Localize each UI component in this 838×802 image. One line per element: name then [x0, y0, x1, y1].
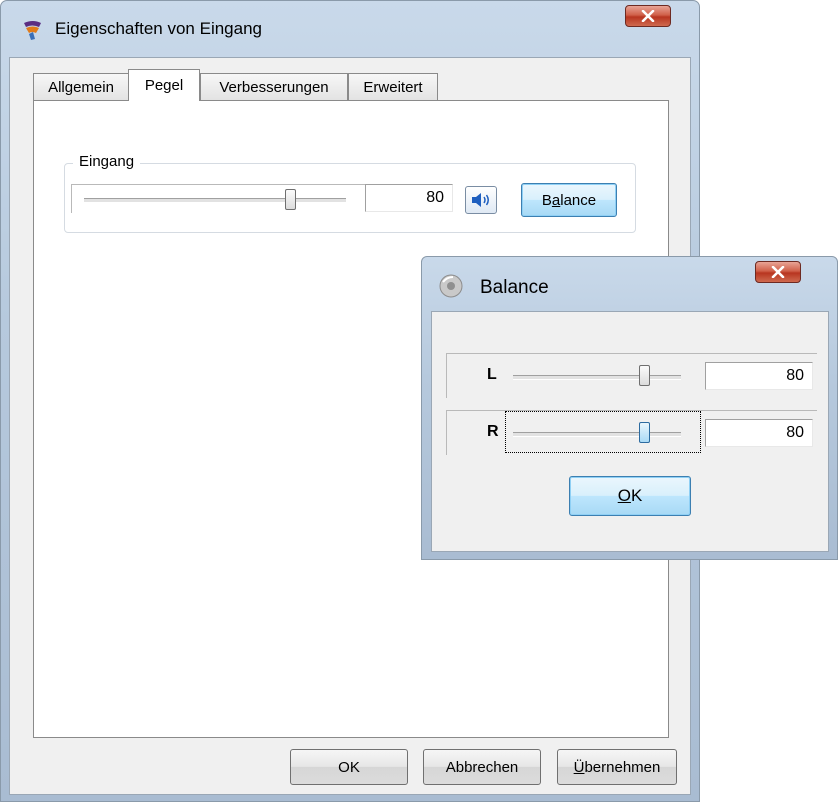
button-label: Abbrechen [445, 758, 519, 776]
button-label: OK [338, 758, 360, 776]
close-icon [641, 10, 655, 22]
disc-icon [439, 274, 463, 298]
level-slider[interactable] [71, 184, 366, 213]
slider-track [84, 198, 346, 203]
left-value-field[interactable]: 80 [705, 362, 813, 390]
balance-dialog: Balance L 80 R 80 OK [421, 256, 838, 560]
dialog-title: Balance [480, 277, 549, 298]
title-bar[interactable]: Eigenschaften von Eingang [1, 1, 699, 57]
tab-verbesserungen[interactable]: Verbesserungen [200, 73, 348, 100]
left-level-slider[interactable] [513, 362, 685, 390]
slider-track [513, 432, 681, 437]
balance-button[interactable]: Balance [521, 183, 617, 217]
dialog-title: Eigenschaften von Eingang [55, 19, 262, 38]
tab-allgemein[interactable]: Allgemein [33, 73, 129, 100]
slider-thumb[interactable] [638, 422, 650, 443]
apply-button[interactable]: Übernehmen [557, 749, 677, 785]
right-value-field[interactable]: 80 [705, 419, 813, 447]
channel-row-right: R 80 [446, 410, 817, 455]
channel-label: L [487, 366, 497, 383]
close-button[interactable] [625, 5, 671, 27]
cancel-button[interactable]: Abbrechen [423, 749, 541, 785]
dialog-client-area: L 80 R 80 OK [431, 311, 829, 552]
right-level-slider[interactable] [513, 419, 685, 447]
slider-thumb[interactable] [638, 365, 650, 386]
close-icon [771, 266, 785, 278]
speaker-icon [472, 193, 489, 207]
slider-thumb[interactable] [284, 189, 296, 210]
button-label: OK [617, 486, 643, 505]
channel-row-left: L 80 [446, 353, 817, 398]
tab-label: Erweitert [363, 78, 423, 96]
tab-label: Pegel [144, 77, 184, 94]
balance-ok-button[interactable]: OK [569, 476, 691, 516]
tab-label: Allgemein [48, 78, 114, 96]
ok-button[interactable]: OK [290, 749, 408, 785]
tab-erweitert[interactable]: Erweitert [348, 73, 438, 100]
eingang-group: Eingang 80 Balance [64, 153, 636, 233]
tab-pegel[interactable]: Pegel [128, 69, 200, 101]
title-bar[interactable]: Balance [422, 257, 837, 313]
mute-button[interactable] [465, 186, 497, 214]
channel-label: R [487, 423, 499, 440]
tab-label: Verbesserungen [219, 78, 329, 96]
button-label: Übernehmen [573, 758, 661, 776]
slider-track [513, 375, 681, 380]
group-label: Eingang [73, 153, 141, 170]
close-button[interactable] [755, 261, 801, 283]
audio-input-app-icon [24, 21, 41, 40]
level-value-field[interactable]: 80 [365, 184, 453, 212]
button-label: Balance [541, 191, 597, 209]
